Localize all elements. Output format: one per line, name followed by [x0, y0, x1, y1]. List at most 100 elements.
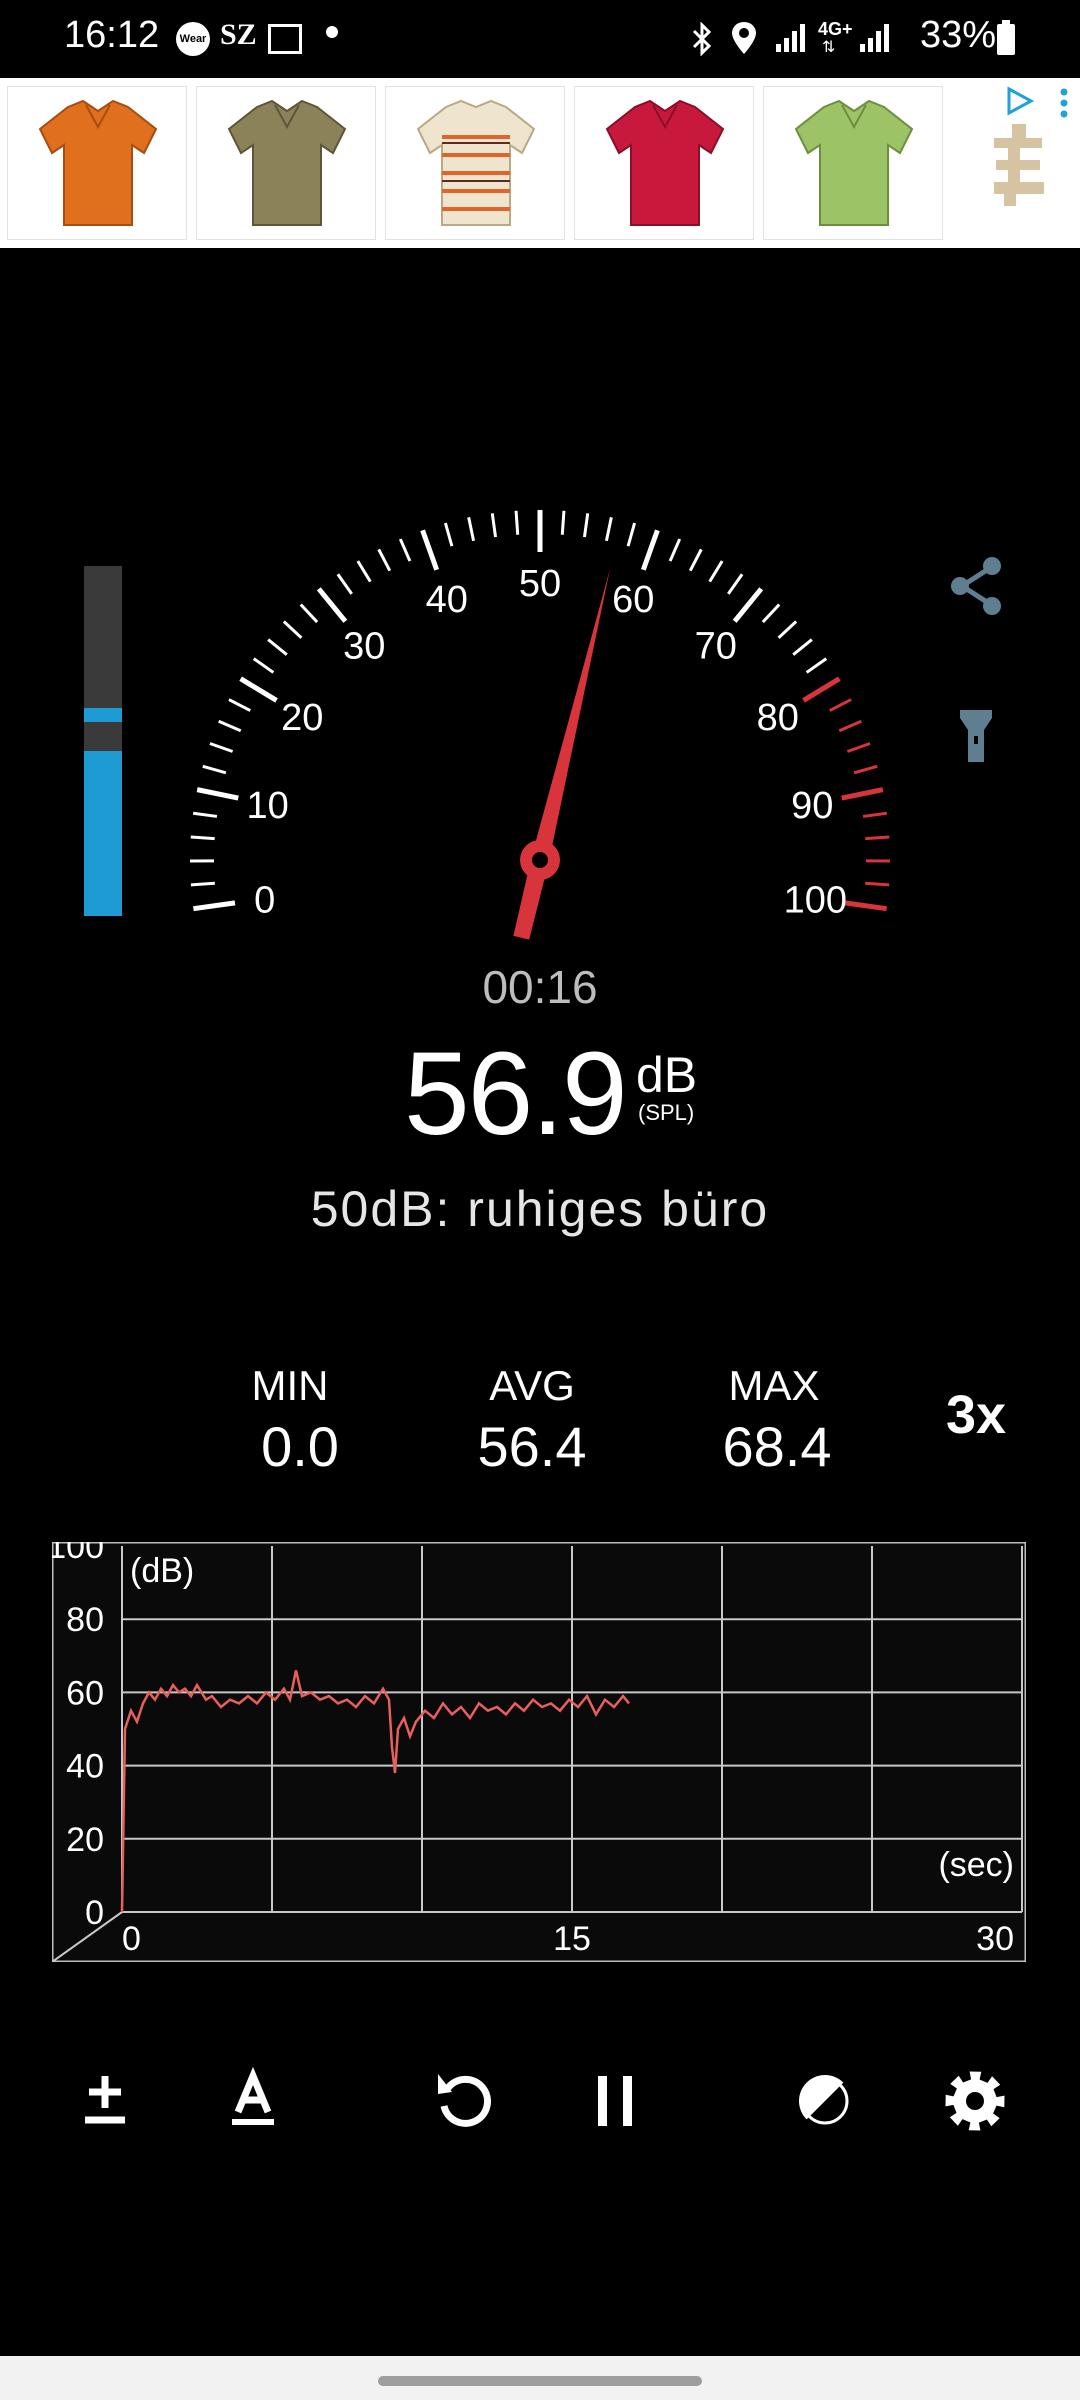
chart-y-tick: 20 [66, 1821, 104, 1859]
gauge-tick [467, 517, 476, 542]
chart-y-tick: 40 [66, 1748, 104, 1786]
network-type: 4G+ [818, 19, 853, 39]
gauge-label: 70 [695, 626, 737, 668]
gauge-tick [792, 638, 813, 656]
speed-multiplier-button[interactable]: 3x [946, 1384, 1006, 1446]
gauge-label: 0 [254, 880, 275, 922]
db-reading: 56.9 [404, 1028, 628, 1160]
stat-avg-value: 56.4 [477, 1415, 587, 1478]
gauge-label: 20 [281, 697, 323, 739]
gauge-tick [841, 787, 884, 801]
gauge-tick [420, 529, 440, 571]
navigation-bar [0, 2356, 1080, 2400]
chart-y-tick: 100 [52, 1542, 104, 1566]
gauge-label: 40 [426, 579, 468, 621]
gauge-tick [862, 811, 888, 818]
theme-contrast-icon[interactable] [790, 2066, 860, 2136]
gauge-tick [228, 698, 251, 712]
flashlight-icon[interactable] [956, 708, 996, 764]
gauge-tick [192, 811, 218, 818]
gauge-tick [514, 510, 520, 535]
gauge-tick [865, 881, 890, 887]
gauge-tick [202, 764, 227, 775]
gauge-needle-hub-center [532, 852, 548, 868]
notification-dot-icon [326, 26, 338, 38]
stat-min-label: MIN [251, 1362, 329, 1409]
weighting-a-icon[interactable] [218, 2066, 288, 2136]
gauge-tick [316, 587, 348, 623]
gauge-tick [777, 620, 798, 639]
sound-level-gauge: 0 10 20 30 40 50 60 70 80 90 100 [190, 510, 890, 940]
battery-percent: 33% [919, 14, 996, 56]
gauge-tick [218, 719, 242, 733]
bluetooth-icon [692, 22, 712, 56]
data-arrows-icon: ⇅ [822, 39, 836, 56]
gauge-tick [846, 742, 871, 753]
gauge-label: 80 [757, 697, 799, 739]
gauge-tick [282, 620, 303, 639]
stat-avg: AVG 56.4 [432, 1362, 632, 1479]
status-time: 16:12 [64, 14, 160, 56]
location-icon [732, 22, 756, 54]
ad-product-olive-polo[interactable] [196, 86, 376, 240]
chart-x-tick: 0 [122, 1920, 141, 1958]
more-vert-icon[interactable] [1060, 88, 1068, 118]
spl-unit-label: (SPL) [638, 1100, 695, 1125]
gauge-tick [732, 587, 764, 623]
gauge-tick [708, 560, 724, 583]
ad-product-green-polo[interactable] [763, 86, 943, 240]
db-unit: dB [636, 1047, 698, 1103]
gauge-tick [490, 513, 498, 538]
gauge-label: 90 [791, 785, 833, 827]
gauge-tick [626, 522, 637, 547]
gauge-tick [252, 657, 275, 674]
brand-logo[interactable] [986, 120, 1050, 210]
level-meter-bar [84, 566, 122, 916]
news-calendar-icon [268, 24, 302, 54]
gauge-tick [299, 603, 319, 624]
gauge-tick [336, 573, 353, 595]
gauge-tick [193, 900, 236, 912]
stat-avg-label: AVG [489, 1362, 575, 1409]
chart-y-tick: 80 [66, 1601, 104, 1639]
gauge-tick [727, 573, 744, 595]
settings-gear-icon[interactable] [940, 2066, 1010, 2136]
gauge-tick [190, 835, 215, 841]
gauge-tick [761, 603, 781, 624]
ad-product-red-polo[interactable] [574, 86, 754, 240]
level-meter-fill [84, 750, 122, 916]
olive-polo-image [227, 99, 347, 226]
reset-icon[interactable] [430, 2066, 500, 2136]
gauge-tick [239, 676, 278, 703]
chart-y-tick: 60 [66, 1674, 104, 1712]
gauge-tick [190, 881, 215, 887]
home-handle[interactable] [378, 2376, 702, 2386]
gauge-label: 10 [247, 785, 289, 827]
gauge-tick [398, 538, 412, 562]
gauge-tick [853, 764, 878, 775]
gauge-tick [688, 548, 703, 572]
ad-banner[interactable] [0, 78, 1080, 248]
wear-icon: Wear [176, 22, 210, 56]
gear-hole [966, 2092, 984, 2110]
ad-choices-icon[interactable] [1004, 86, 1034, 116]
chart-x-unit: (sec) [938, 1846, 1014, 1884]
gauge-tick [196, 787, 239, 801]
stat-min-value: 0.0 [261, 1415, 339, 1478]
battery-icon [997, 20, 1015, 55]
ad-product-orange-polo[interactable] [7, 86, 187, 240]
chart-frame [52, 1542, 1026, 1962]
orange-polo-image [38, 99, 158, 226]
striped-tshirt-image [416, 99, 536, 226]
ad-product-striped-tshirt[interactable] [385, 86, 565, 240]
pause-icon[interactable] [580, 2066, 650, 2136]
share-icon[interactable] [948, 556, 1004, 616]
chart-x-tick: 15 [553, 1920, 591, 1958]
calibration-plus-minus-icon[interactable] [70, 2066, 140, 2136]
gauge-tick [829, 698, 852, 712]
sz-news-icon: SZ [220, 18, 257, 51]
gauge-tick [377, 548, 392, 572]
gauge-tick [443, 522, 454, 547]
elapsed-timer: 00:16 [482, 961, 598, 1013]
gauge-tick [865, 835, 890, 841]
